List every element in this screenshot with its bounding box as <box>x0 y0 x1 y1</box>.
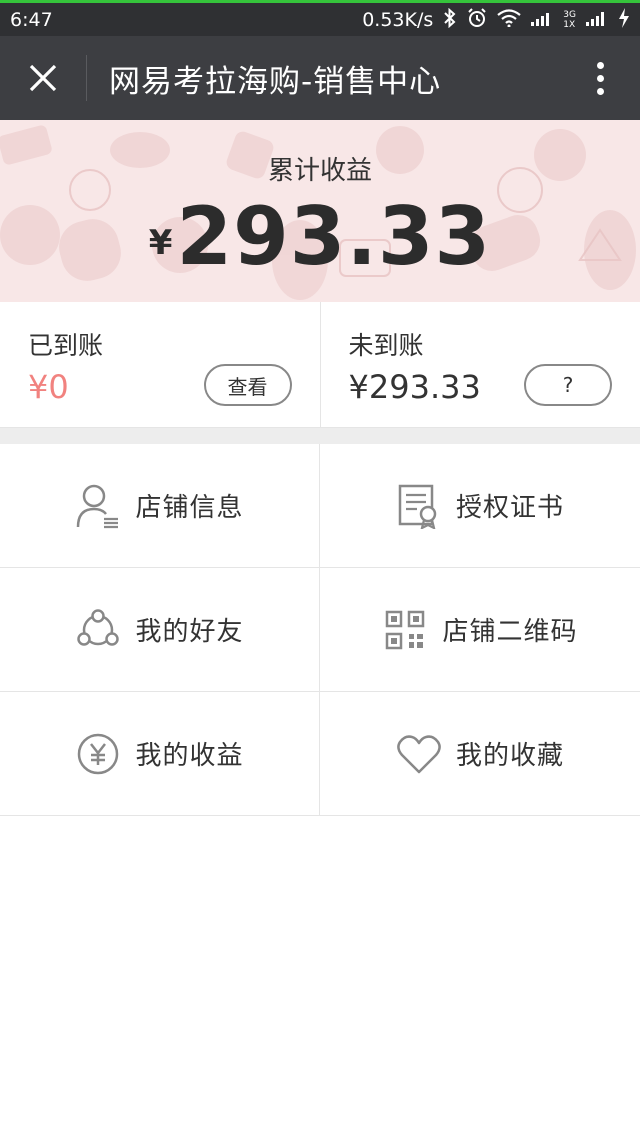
close-button[interactable] <box>0 36 86 120</box>
menu-label: 店铺二维码 <box>442 617 578 647</box>
received-value: ¥0 <box>28 368 69 406</box>
menu-grid: 店铺信息 授权证书 我的好友 店铺二维码 我的收益 我的收藏 <box>0 444 640 816</box>
received-panel: 已到账 ¥0 查看 <box>0 302 320 427</box>
friends-network-icon <box>75 607 121 653</box>
more-dot-icon <box>596 61 604 69</box>
menu-label: 我的好友 <box>135 617 244 647</box>
network-speed: 0.53K/s <box>362 8 434 31</box>
network-type: 3G 1X <box>563 9 576 30</box>
certificate-icon <box>396 483 442 529</box>
menu-store-qrcode[interactable]: 店铺二维码 <box>320 568 640 692</box>
title-bar: 网易考拉海购-销售中心 <box>0 36 640 120</box>
section-separator <box>0 428 640 444</box>
help-button[interactable]: ? <box>524 364 612 406</box>
total-earnings-amount: ¥293.33 <box>0 190 640 283</box>
charging-icon <box>618 7 630 32</box>
page-title: 网易考拉海购-销售中心 <box>109 63 442 100</box>
wifi-icon <box>497 8 521 31</box>
total-earnings-label: 累计收益 <box>267 156 372 186</box>
user-info-icon <box>75 483 121 529</box>
yen-circle-icon <box>75 731 121 777</box>
view-button[interactable]: 查看 <box>203 364 292 406</box>
earnings-hero: 累计收益 ¥293.33 <box>0 120 640 302</box>
close-icon <box>29 64 57 92</box>
menu-label: 我的收藏 <box>455 741 564 771</box>
signal-icon-1 <box>531 10 553 30</box>
balance-section: 已到账 ¥0 查看 未到账 ¥293.33 ? <box>0 302 640 428</box>
menu-my-friends[interactable]: 我的好友 <box>0 568 320 692</box>
pending-value: ¥293.33 <box>348 368 481 406</box>
signal-icon-2 <box>586 10 608 30</box>
menu-my-earnings[interactable]: 我的收益 <box>0 692 320 816</box>
status-time: 6:47 <box>10 8 53 31</box>
total-earnings-value: 293.33 <box>176 190 492 283</box>
received-label: 已到账 <box>28 331 104 360</box>
menu-label: 店铺信息 <box>135 493 244 523</box>
pending-panel: 未到账 ¥293.33 ? <box>319 302 640 427</box>
menu-my-favorites[interactable]: 我的收藏 <box>320 692 640 816</box>
bluetooth-icon <box>443 7 457 32</box>
menu-label: 我的收益 <box>135 741 244 771</box>
alarm-icon <box>467 7 487 32</box>
more-menu-button[interactable] <box>560 36 640 120</box>
status-bar: 6:47 0.53K/s 3G 1X <box>0 0 640 36</box>
currency-symbol: ¥ <box>148 223 173 263</box>
menu-certificate[interactable]: 授权证书 <box>320 444 640 568</box>
qr-code-icon <box>382 607 428 653</box>
menu-store-info[interactable]: 店铺信息 <box>0 444 320 568</box>
menu-label: 授权证书 <box>455 493 564 523</box>
pending-label: 未到账 <box>348 331 424 360</box>
heart-icon <box>396 731 442 777</box>
